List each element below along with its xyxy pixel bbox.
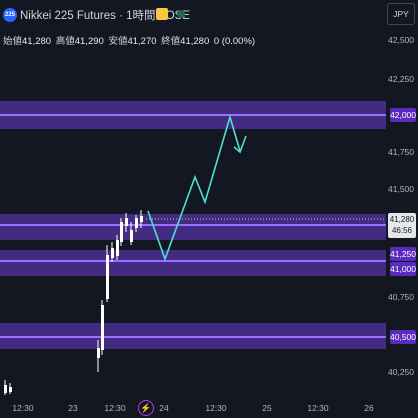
x-tick: 12:30	[307, 403, 329, 413]
y-tick: 42,500	[388, 35, 414, 45]
y-tick: 41,500	[388, 184, 414, 194]
price-label-40500: 40,500	[390, 330, 416, 344]
bar-countdown: 46:56	[391, 226, 413, 235]
last-price-label: 41,280 46:56	[388, 213, 416, 238]
candle	[135, 218, 138, 228]
candle	[97, 348, 100, 358]
price-label-41250: 41,250	[390, 247, 416, 261]
x-tick: 26	[364, 403, 374, 413]
x-tick: 12:30	[104, 403, 126, 413]
x-tick: 12:30	[12, 403, 34, 413]
candle	[111, 248, 114, 258]
candle	[4, 385, 7, 393]
projection-path[interactable]	[147, 114, 241, 262]
last-price-value: 41,280	[389, 215, 415, 224]
x-tick: 25	[262, 403, 272, 413]
candle	[120, 222, 123, 242]
x-tick: 12:30	[205, 403, 227, 413]
x-tick: 24	[159, 403, 169, 413]
candles	[4, 210, 143, 395]
candle	[140, 216, 143, 222]
y-tick: 40,750	[388, 292, 414, 302]
price-chart[interactable]	[0, 0, 418, 418]
candle	[125, 218, 128, 226]
price-label-42000: 42,000	[390, 108, 416, 122]
candle	[106, 255, 109, 299]
y-tick: 42,250	[388, 74, 414, 84]
candle	[116, 240, 119, 256]
candle	[101, 305, 104, 350]
y-tick: 40,250	[388, 367, 414, 377]
price-label-41000: 41,000	[390, 262, 416, 276]
event-flash-icon[interactable]: ⚡	[138, 400, 154, 416]
candle	[130, 230, 133, 242]
y-tick: 41,750	[388, 147, 414, 157]
candle	[9, 387, 12, 392]
x-tick: 23	[68, 403, 78, 413]
